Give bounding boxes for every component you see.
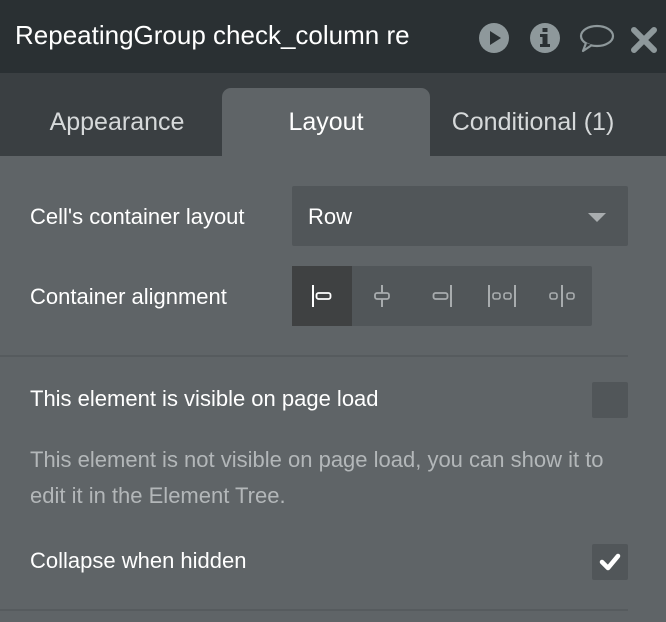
container-alignment-group: [292, 266, 592, 326]
cell-container-layout-label: Cell's container layout: [30, 204, 245, 229]
tab-appearance[interactable]: Appearance: [12, 88, 222, 156]
info-icon[interactable]: [529, 22, 561, 54]
section-divider: [0, 355, 628, 357]
section-divider-bottom: [0, 609, 628, 611]
container-alignment-label: Container alignment: [30, 284, 227, 309]
space-around-button[interactable]: [532, 266, 592, 326]
space-between-button[interactable]: [472, 266, 532, 326]
align-right-button[interactable]: [412, 266, 472, 326]
tab-layout[interactable]: Layout: [222, 88, 430, 156]
align-center-button[interactable]: [352, 266, 412, 326]
space-around-icon: [549, 285, 575, 307]
close-icon[interactable]: [630, 22, 658, 54]
cell-container-layout-dropdown[interactable]: Row: [292, 186, 628, 246]
tab-bar: Appearance Layout Conditional (1): [0, 73, 666, 156]
collapse-when-hidden-checkbox[interactable]: [592, 544, 628, 580]
align-right-icon: [432, 285, 452, 307]
visibility-hint: This element is not visible on page load…: [30, 447, 604, 508]
chevron-down-icon: [588, 213, 606, 222]
visible-on-load-checkbox[interactable]: [592, 382, 628, 418]
visible-on-load-label: This element is visible on page load: [30, 386, 379, 411]
space-between-icon: [488, 285, 516, 307]
dropdown-value: Row: [308, 204, 353, 229]
panel-title: RepeatingGroup check_column re: [15, 20, 410, 50]
tab-conditional[interactable]: Conditional (1): [430, 88, 636, 156]
panel-header: RepeatingGroup check_column re: [0, 0, 666, 73]
align-center-icon: [374, 285, 390, 307]
comment-icon[interactable]: [577, 22, 615, 54]
collapse-when-hidden-label: Collapse when hidden: [30, 548, 247, 573]
align-left-icon: [312, 285, 332, 307]
align-left-button[interactable]: [292, 266, 352, 326]
play-icon[interactable]: [478, 22, 510, 54]
checkmark-icon: [599, 553, 621, 571]
